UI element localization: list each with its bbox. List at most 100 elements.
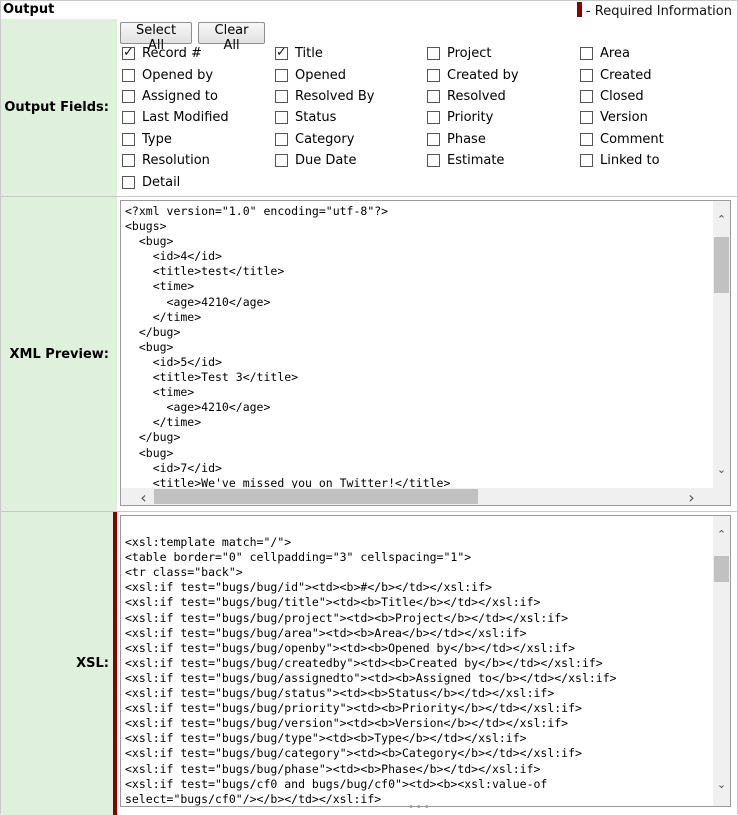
- required-field-marker: [113, 512, 117, 815]
- field-checkbox-opened[interactable]: Opened: [275, 68, 346, 83]
- checkbox-unchecked-icon[interactable]: [427, 47, 440, 60]
- field-checkbox-resolution[interactable]: Resolution: [122, 153, 210, 168]
- checkbox-unchecked-icon[interactable]: [580, 133, 593, 146]
- clear-all-button[interactable]: Clear All: [198, 22, 265, 53]
- field-checkbox-label: Comment: [600, 132, 664, 147]
- output-fields-label: Output Fields:: [4, 100, 109, 115]
- checkbox-unchecked-icon[interactable]: [580, 69, 593, 82]
- xml-preview-textarea[interactable]: <?xml version="1.0" encoding="utf-8"?> <…: [120, 200, 731, 506]
- field-checkbox-resolved-by[interactable]: Resolved By: [275, 89, 374, 104]
- xml-preview-label-cell: XML Preview:: [1, 197, 117, 511]
- checkbox-unchecked-icon[interactable]: [275, 69, 288, 82]
- checkbox-unchecked-icon[interactable]: [122, 133, 135, 146]
- field-checkbox-label: Last Modified: [142, 110, 229, 125]
- field-checkbox-label: Created by: [447, 68, 519, 83]
- field-checkbox-area[interactable]: Area: [580, 46, 630, 61]
- xsl-vertical-thumb[interactable]: [714, 556, 729, 582]
- checkbox-unchecked-icon[interactable]: [122, 176, 135, 189]
- checkbox-unchecked-icon[interactable]: [122, 111, 135, 124]
- output-fields-label-cell: Output Fields:: [1, 19, 117, 196]
- checkbox-unchecked-icon[interactable]: [275, 133, 288, 146]
- field-checkbox-status[interactable]: Status: [275, 110, 336, 125]
- field-checkbox-record[interactable]: Record #: [122, 45, 202, 61]
- field-checkbox-label: Category: [295, 132, 355, 147]
- field-checkbox-label: Priority: [447, 110, 494, 125]
- xsl-textarea[interactable]: <xsl:template match="/"> <table border="…: [120, 515, 731, 807]
- checkbox-unchecked-icon[interactable]: [580, 111, 593, 124]
- field-checkbox-project[interactable]: Project: [427, 46, 491, 61]
- checkbox-unchecked-icon[interactable]: [122, 154, 135, 167]
- field-checkbox-label: Title: [295, 46, 323, 61]
- field-checkbox-detail[interactable]: Detail: [122, 175, 180, 190]
- checkbox-unchecked-icon[interactable]: [122, 90, 135, 103]
- checkbox-unchecked-icon[interactable]: [427, 133, 440, 146]
- section-title: Output: [3, 2, 55, 17]
- field-checkbox-label: Project: [447, 46, 492, 61]
- checkbox-unchecked-icon[interactable]: [427, 69, 440, 82]
- scroll-up-icon[interactable]: ⌃: [713, 528, 730, 541]
- field-checkbox-created-by[interactable]: Created by: [427, 68, 519, 83]
- checkbox-unchecked-icon[interactable]: [122, 69, 135, 82]
- xsl-vertical-scrollbar[interactable]: ⌃ ⌄: [713, 516, 730, 806]
- required-legend: - Required Information: [576, 2, 732, 19]
- field-checkbox-label: Opened by: [142, 68, 214, 83]
- scroll-down-icon[interactable]: ⌄: [713, 778, 730, 791]
- field-checkbox-due-date[interactable]: Due Date: [275, 153, 356, 168]
- xml-vertical-scrollbar[interactable]: ⌃ ⌄: [713, 201, 730, 488]
- checkbox-checked-icon[interactable]: [122, 45, 135, 60]
- field-checkbox-label: Type: [142, 132, 172, 147]
- xml-vertical-thumb[interactable]: [714, 237, 729, 293]
- required-legend-text: - Required Information: [585, 4, 732, 19]
- field-checkbox-label: Opened: [295, 68, 346, 83]
- field-checkbox-label: Area: [600, 46, 630, 61]
- checkbox-checked-icon[interactable]: [275, 45, 288, 60]
- select-all-button[interactable]: Select All: [120, 22, 192, 53]
- field-checkbox-label: Record #: [142, 46, 202, 61]
- required-marker-swatch: [576, 2, 582, 17]
- xml-preview-label: XML Preview:: [9, 346, 109, 362]
- field-checkbox-opened-by[interactable]: Opened by: [122, 68, 213, 83]
- scroll-down-icon[interactable]: ⌄: [713, 463, 730, 476]
- field-checkbox-label: Resolved: [447, 89, 506, 104]
- checkbox-unchecked-icon[interactable]: [275, 154, 288, 167]
- scroll-right-icon[interactable]: ›: [683, 488, 700, 505]
- field-checkbox-label: Phase: [447, 132, 486, 147]
- checkbox-unchecked-icon[interactable]: [275, 111, 288, 124]
- output-panel: Output - Required Information Output Fie…: [0, 0, 738, 815]
- xml-preview-content: <?xml version="1.0" encoding="utf-8"?> <…: [118, 197, 737, 511]
- scroll-corner: [713, 488, 730, 505]
- field-checkbox-last-modified[interactable]: Last Modified: [122, 110, 229, 125]
- field-checkbox-linked-to[interactable]: Linked to: [580, 153, 660, 168]
- field-checkbox-label: Estimate: [447, 153, 505, 168]
- checkbox-unchecked-icon[interactable]: [275, 90, 288, 103]
- field-checkbox-label: Linked to: [600, 153, 660, 168]
- field-checkbox-comment[interactable]: Comment: [580, 132, 664, 147]
- field-checkbox-resolved[interactable]: Resolved: [427, 89, 506, 104]
- field-checkbox-estimate[interactable]: Estimate: [427, 153, 504, 168]
- checkbox-unchecked-icon[interactable]: [580, 47, 593, 60]
- xml-horizontal-thumb[interactable]: [154, 489, 478, 504]
- field-checkbox-label: Resolution: [142, 153, 210, 168]
- field-checkbox-type[interactable]: Type: [122, 132, 172, 147]
- scroll-left-icon[interactable]: ‹: [135, 488, 152, 505]
- resize-grip-icon[interactable]: •••: [408, 802, 432, 813]
- scroll-up-icon[interactable]: ⌃: [713, 213, 730, 226]
- output-fields-content: Select All Clear All Record # Title Projec…: [118, 19, 737, 196]
- field-checkbox-phase[interactable]: Phase: [427, 132, 486, 147]
- checkbox-unchecked-icon[interactable]: [580, 154, 593, 167]
- field-checkbox-label: Due Date: [295, 153, 357, 168]
- checkbox-unchecked-icon[interactable]: [427, 154, 440, 167]
- xsl-label: XSL:: [76, 656, 109, 671]
- checkbox-unchecked-icon[interactable]: [427, 90, 440, 103]
- field-checkbox-created[interactable]: Created: [580, 68, 651, 83]
- field-checkbox-title[interactable]: Title: [275, 45, 323, 61]
- field-checkbox-category[interactable]: Category: [275, 132, 354, 147]
- field-checkbox-label: Resolved By: [295, 89, 375, 104]
- checkbox-unchecked-icon[interactable]: [427, 111, 440, 124]
- field-checkbox-priority[interactable]: Priority: [427, 110, 493, 125]
- xml-horizontal-scrollbar[interactable]: ‹ ›: [121, 488, 714, 505]
- field-checkbox-closed[interactable]: Closed: [580, 89, 644, 104]
- field-checkbox-assigned-to[interactable]: Assigned to: [122, 89, 218, 104]
- field-checkbox-version[interactable]: Version: [580, 110, 648, 125]
- checkbox-unchecked-icon[interactable]: [580, 90, 593, 103]
